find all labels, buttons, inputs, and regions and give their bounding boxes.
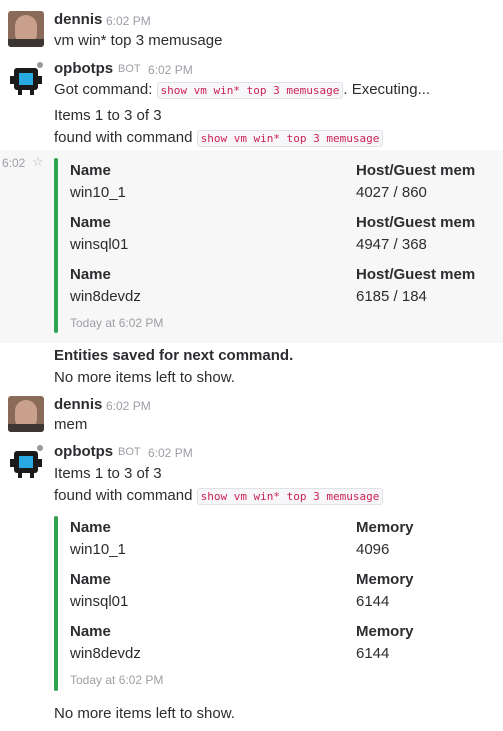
- timestamp[interactable]: 6:02 PM: [148, 446, 193, 460]
- text-prefix: found with command: [54, 129, 197, 146]
- items-count-text: Items 1 to 3 of 3: [54, 465, 162, 482]
- text-prefix: found with command: [54, 487, 197, 504]
- entities-saved-text: Entities saved for next command.: [54, 347, 294, 364]
- found-text: found with command show vm win* top 3 me…: [54, 129, 384, 147]
- message-text: Got command: show vm win* top 3 memusage…: [54, 81, 431, 99]
- attachment-bar: [54, 158, 58, 333]
- no-more-items-text: No more items left to show.: [54, 705, 235, 722]
- attachment-bar: [54, 516, 58, 691]
- field-title: Name: [70, 162, 111, 179]
- attachment-footer: Today at 6:02 PM: [70, 316, 164, 330]
- timestamp[interactable]: 6:02 PM: [106, 14, 151, 28]
- username[interactable]: opbotps: [54, 60, 113, 77]
- field-value: win10_1: [70, 184, 126, 201]
- field-title: Host/Guest mem: [356, 214, 476, 231]
- inline-code: show vm win* top 3 memusage: [196, 130, 384, 147]
- inline-code: show vm win* top 3 memusage: [196, 488, 384, 505]
- username[interactable]: opbotps: [54, 443, 113, 460]
- bot-tag: BOT: [118, 446, 141, 458]
- field-title: Name: [70, 571, 111, 588]
- field-value: 4027 / 860: [356, 184, 427, 201]
- robot-icon: [10, 62, 43, 95]
- field-value: 6144: [356, 645, 390, 662]
- inline-code: show vm win* top 3 memusage: [156, 82, 344, 99]
- field-value: 4096: [356, 541, 390, 558]
- text-suffix: . Executing...: [343, 81, 431, 98]
- found-text: found with command show vm win* top 3 me…: [54, 487, 384, 505]
- avatar-opbotps[interactable]: [8, 443, 44, 479]
- field-title: Memory: [356, 519, 414, 536]
- username[interactable]: dennis: [54, 11, 102, 28]
- message-text: vm win* top 3 memusage: [54, 32, 223, 49]
- items-count-text: Items 1 to 3 of 3: [54, 107, 162, 124]
- field-title: Host/Guest mem: [356, 266, 476, 283]
- field-value: 4947 / 368: [356, 236, 427, 253]
- field-title: Name: [70, 266, 111, 283]
- field-title: Memory: [356, 623, 414, 640]
- bot-tag: BOT: [118, 63, 141, 75]
- no-more-items-text: No more items left to show.: [54, 369, 235, 386]
- field-value: winsql01: [70, 236, 129, 253]
- avatar-opbotps[interactable]: [8, 60, 44, 96]
- side-timestamp[interactable]: 6:02: [2, 156, 25, 170]
- avatar-shirt: [8, 424, 44, 432]
- text-prefix: Got command:: [54, 81, 157, 98]
- field-title: Host/Guest mem: [356, 162, 476, 179]
- field-title: Name: [70, 519, 111, 536]
- username[interactable]: dennis: [54, 396, 102, 413]
- message-text: mem: [54, 416, 88, 433]
- field-value: win8devdz: [70, 645, 141, 662]
- avatar-shirt: [8, 39, 44, 47]
- timestamp[interactable]: 6:02 PM: [148, 63, 193, 77]
- star-icon[interactable]: ☆: [32, 154, 44, 170]
- timestamp[interactable]: 6:02 PM: [106, 399, 151, 413]
- field-value: 6144: [356, 593, 390, 610]
- field-title: Name: [70, 214, 111, 231]
- field-value: win8devdz: [70, 288, 141, 305]
- field-title: Name: [70, 623, 111, 640]
- robot-icon: [10, 445, 43, 478]
- avatar-dennis[interactable]: [8, 11, 44, 47]
- field-value: win10_1: [70, 541, 126, 558]
- avatar-dennis[interactable]: [8, 396, 44, 432]
- field-value: winsql01: [70, 593, 129, 610]
- field-title: Memory: [356, 571, 414, 588]
- attachment-footer: Today at 6:02 PM: [70, 673, 164, 687]
- field-value: 6185 / 184: [356, 288, 427, 305]
